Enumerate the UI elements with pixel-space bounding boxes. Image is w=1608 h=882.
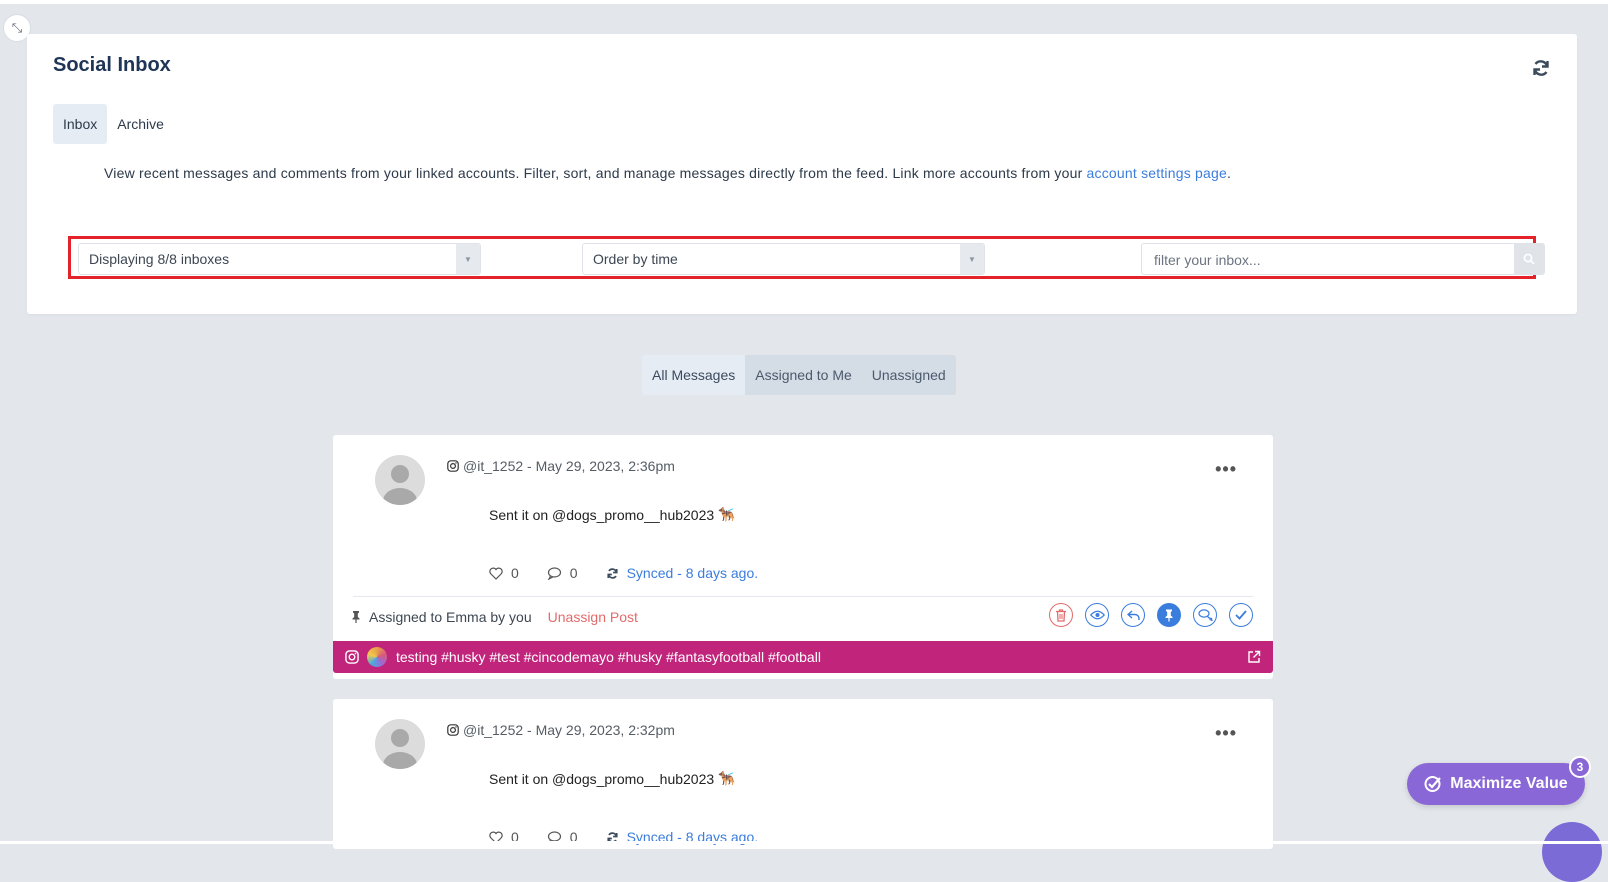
message-author-date: @it_1252 - May 29, 2023, 2:36pm: [463, 458, 675, 474]
message-card: @it_1252 - May 29, 2023, 2:32pm ••• Sent…: [333, 699, 1273, 849]
tab-inbox[interactable]: Inbox: [53, 104, 108, 144]
message-body: Sent it on @dogs_promo__hub2023 🐕‍🦺: [489, 506, 736, 523]
order-select[interactable]: Order by time ▼: [582, 243, 985, 275]
dog-emoji-icon: 🐕‍🦺: [718, 770, 736, 786]
inbox-panel: Social Inbox Inbox Archive View recent m…: [27, 34, 1577, 314]
search-input[interactable]: [1152, 251, 1506, 269]
chevron-down-icon: ▼: [456, 244, 480, 274]
message-meta: @it_1252 - May 29, 2023, 2:36pm: [447, 458, 675, 474]
order-select-value: Order by time: [593, 251, 678, 267]
description-suffix: .: [1226, 165, 1232, 181]
segment-all-messages[interactable]: All Messages: [642, 355, 746, 395]
inbox-select-value: Displaying 8/8 inboxes: [89, 251, 230, 267]
inbox-search: [1141, 243, 1545, 275]
conversation-button[interactable]: [1193, 603, 1217, 627]
maximize-value-label: Maximize Value: [1450, 775, 1568, 792]
chevron-down-icon: ▼: [960, 244, 984, 274]
message-card: @it_1252 - May 29, 2023, 2:36pm ••• Sent…: [333, 435, 1273, 679]
message-author-date: @it_1252 - May 29, 2023, 2:32pm: [463, 722, 675, 738]
dog-emoji-icon: 🐕‍🦺: [718, 506, 736, 522]
notification-badge: 3: [1569, 756, 1591, 778]
check-icon: [1235, 610, 1247, 620]
pin-button[interactable]: [1157, 603, 1181, 627]
unassign-post-link[interactable]: Unassign Post: [548, 609, 638, 625]
chat-launcher-icon[interactable]: [1542, 822, 1602, 882]
message-filter-segments: All Messages Assigned to Me Unassigned: [642, 355, 956, 395]
pin-icon: [352, 611, 360, 623]
search-button[interactable]: [1514, 244, 1544, 274]
message-actions: [1049, 603, 1253, 627]
assigned-text: Assigned to Emma by you: [369, 609, 532, 625]
top-strip: [0, 0, 1608, 4]
likes-count: 0: [511, 565, 519, 581]
eye-icon: [1089, 610, 1105, 620]
synced-status: Synced - 8 days ago.: [606, 565, 759, 581]
likes-stat: 0: [489, 565, 519, 581]
segment-unassigned[interactable]: Unassigned: [862, 355, 956, 395]
reply-button[interactable]: [1121, 603, 1145, 627]
message-stats: 0 0 Synced - 8 days ago.: [489, 565, 758, 581]
post-caption: testing #husky #test #cincodemayo #husky…: [396, 649, 821, 665]
comments-stat: 0: [547, 565, 578, 581]
tab-archive[interactable]: Archive: [107, 104, 174, 144]
sync-icon: [607, 567, 618, 579]
assignment-row: Assigned to Emma by you Unassign Post: [351, 609, 638, 625]
inbox-select[interactable]: Displaying 8/8 inboxes ▼: [78, 243, 481, 275]
avatar: [375, 455, 425, 505]
delete-button[interactable]: [1049, 603, 1073, 627]
segment-assigned-to-me[interactable]: Assigned to Me: [745, 355, 862, 395]
instagram-icon: [447, 724, 459, 736]
page-title: Social Inbox: [53, 54, 171, 76]
tab-bar: Inbox Archive: [53, 104, 174, 144]
message-body: Sent it on @dogs_promo__hub2023 🐕‍🦺: [489, 770, 736, 787]
description-text: View recent messages and comments from y…: [104, 165, 1087, 181]
comments-count: 0: [569, 565, 578, 581]
mark-complete-button[interactable]: [1229, 603, 1253, 627]
instagram-icon: [447, 460, 459, 472]
reply-icon: [1126, 609, 1140, 620]
post-context-bar[interactable]: testing #husky #test #cincodemayo #husky…: [333, 641, 1273, 673]
message-text: Sent it on @dogs_promo__hub2023: [489, 770, 715, 787]
check-badge-icon: [1424, 776, 1442, 792]
refresh-icon[interactable]: [1531, 58, 1551, 78]
message-text: Sent it on @dogs_promo__hub2023: [489, 506, 715, 523]
chat-icon: [1197, 609, 1213, 621]
trash-icon: [1056, 608, 1066, 622]
message-meta: @it_1252 - May 29, 2023, 2:32pm: [447, 722, 675, 738]
inbox-description: View recent messages and comments from y…: [104, 165, 1231, 181]
pin-icon: [1165, 609, 1173, 621]
avatar: [375, 719, 425, 769]
maximize-value-button[interactable]: Maximize Value: [1407, 763, 1585, 805]
more-options-icon[interactable]: •••: [1215, 459, 1237, 480]
account-settings-link[interactable]: account settings page: [1087, 165, 1227, 181]
more-options-icon[interactable]: •••: [1215, 723, 1237, 744]
search-icon: [1523, 253, 1535, 265]
instagram-icon: [345, 650, 359, 664]
filter-bar: Displaying 8/8 inboxes ▼ Order by time ▼: [68, 236, 1545, 279]
external-link-icon[interactable]: [1247, 650, 1261, 664]
card-divider: [353, 596, 1253, 597]
post-thumbnail: [367, 647, 387, 667]
heart-icon: [489, 567, 503, 580]
comment-icon: [547, 566, 561, 580]
view-button[interactable]: [1085, 603, 1109, 627]
synced-text: Synced - 8 days ago.: [626, 565, 759, 581]
